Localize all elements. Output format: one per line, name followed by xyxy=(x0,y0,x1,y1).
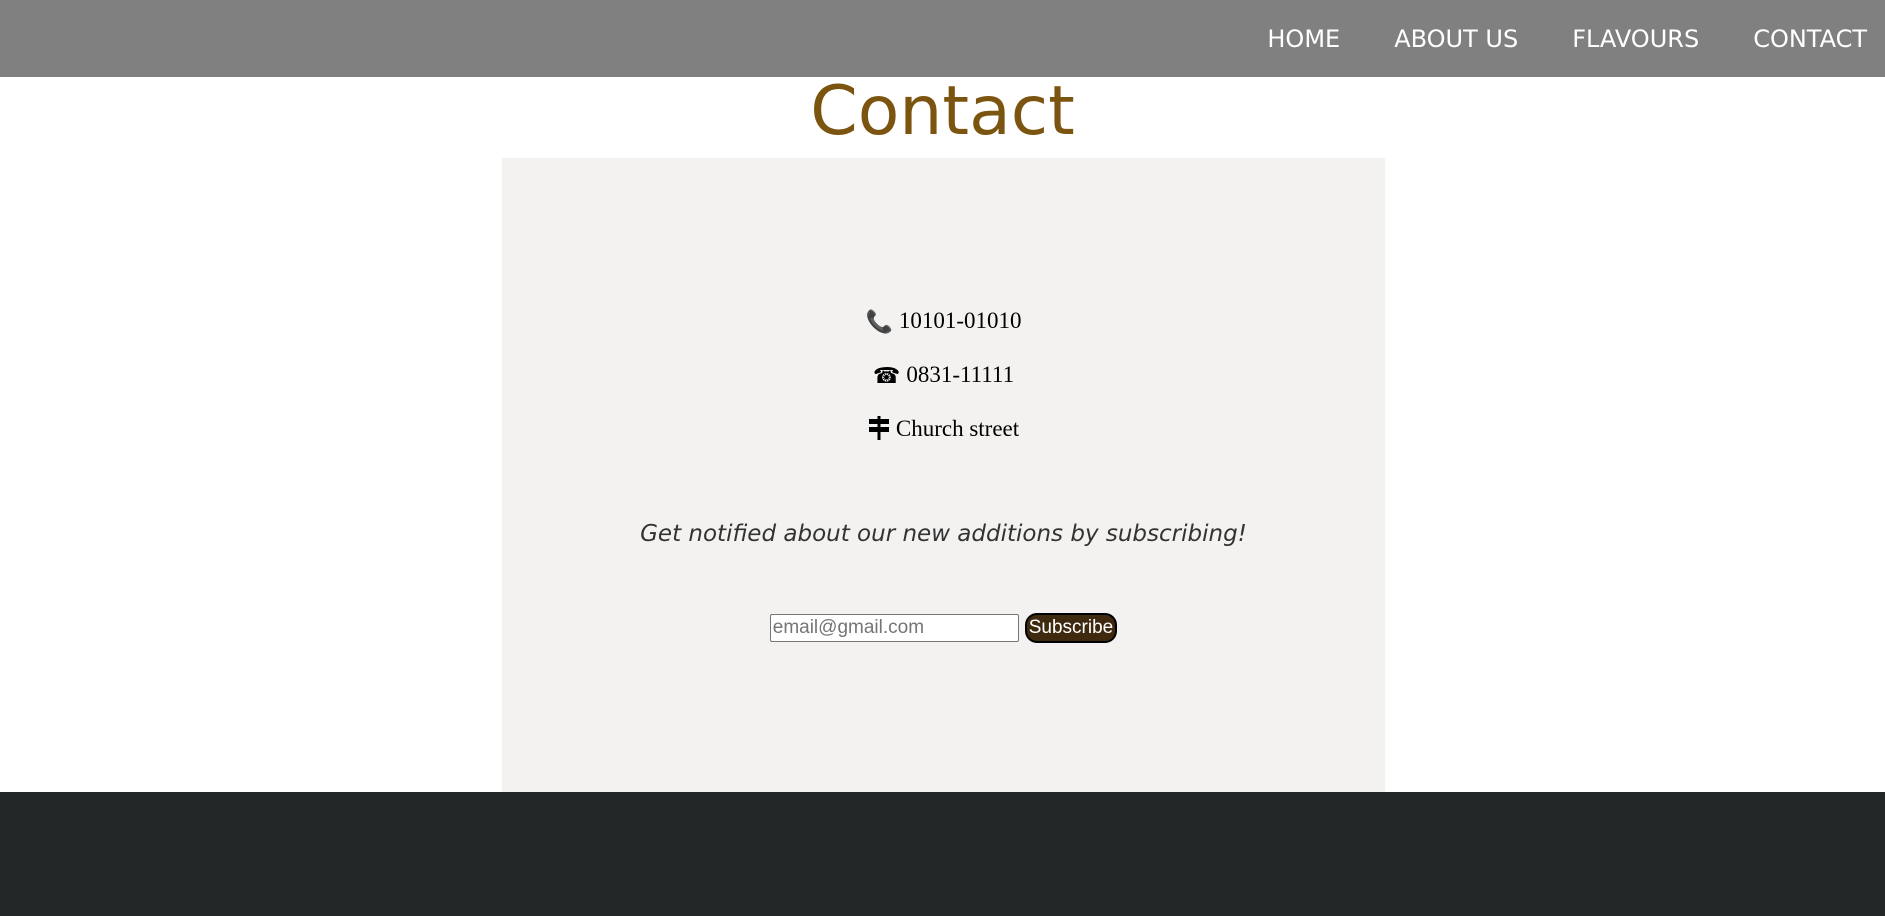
phone-icon: 📞 xyxy=(865,310,893,335)
phone-line: 📞 10101-01010 xyxy=(502,308,1385,335)
page-title: Contact xyxy=(810,72,1075,151)
address-text: Church street xyxy=(895,416,1020,441)
email-input[interactable] xyxy=(769,614,1019,642)
subscribe-note: Get notified about our new additions by … xyxy=(640,521,1247,547)
nav-item-home[interactable]: HOME xyxy=(1267,25,1340,53)
nav-item-flavours[interactable]: FLAVOURS xyxy=(1572,25,1699,53)
nav-item-contact[interactable]: CONTACT xyxy=(1753,25,1867,53)
navbar: HOME ABOUT US FLAVOURS CONTACT xyxy=(0,0,1885,77)
address-line: Church street xyxy=(502,416,1385,443)
phone-number: 10101-01010 xyxy=(898,308,1022,333)
landline-line: ☎ 0831-11111 xyxy=(502,362,1385,389)
telephone-icon: ☎ xyxy=(872,364,901,389)
signpost-icon xyxy=(868,416,890,443)
nav-item-about-us[interactable]: ABOUT US xyxy=(1394,25,1518,53)
subscribe-button[interactable]: Subscribe xyxy=(1024,613,1118,643)
landline-number: 0831-11111 xyxy=(906,362,1015,387)
contact-panel: 📞 10101-01010 ☎ 0831-11111 Church street G… xyxy=(502,158,1385,792)
footer xyxy=(0,792,1885,916)
nav-menu: HOME ABOUT US FLAVOURS CONTACT xyxy=(1267,0,1885,77)
subscribe-form: Subscribe xyxy=(502,613,1385,643)
